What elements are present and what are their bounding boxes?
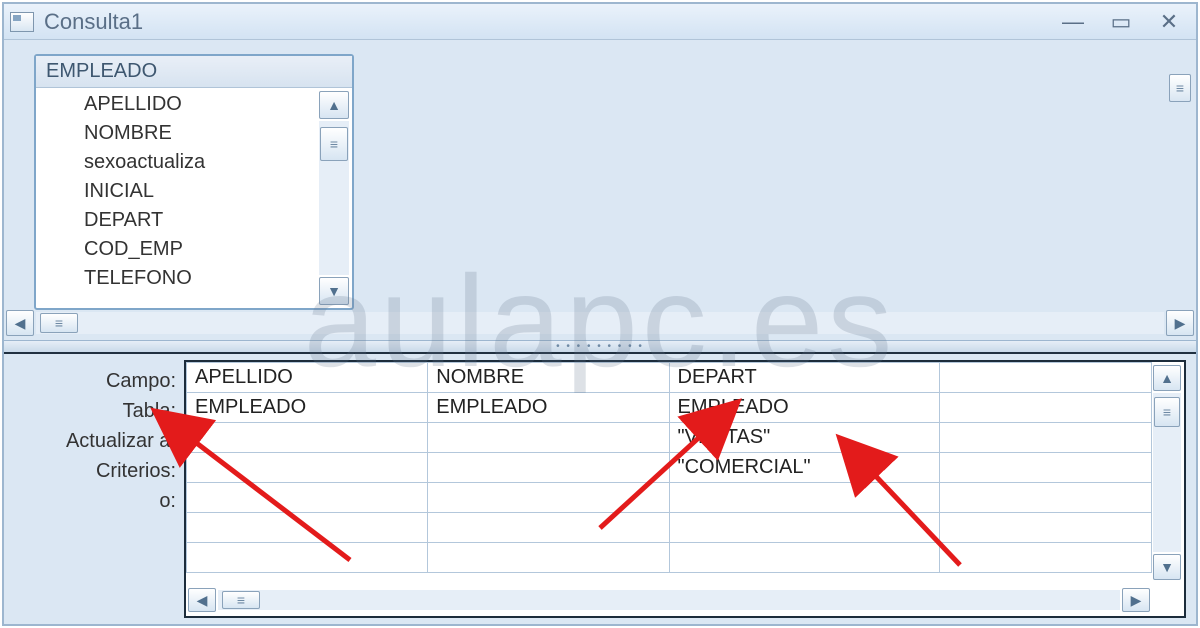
field-item[interactable]: INICIAL [84, 177, 352, 206]
cell-extra[interactable] [428, 513, 669, 543]
minimize-button[interactable]: — [1060, 12, 1086, 32]
row-actualizar: "VENTAS" [187, 423, 1152, 453]
cell-campo[interactable]: DEPART [669, 363, 939, 393]
query-icon [10, 12, 34, 32]
maximize-button[interactable]: ▭ [1108, 12, 1134, 32]
design-surface[interactable]: EMPLEADO APELLIDO NOMBRE sexoactualiza I… [4, 40, 1196, 340]
qbe-vscroll[interactable]: ▲ ▼ [1153, 365, 1181, 580]
cell-o[interactable] [187, 483, 428, 513]
cell-actualizar[interactable] [939, 423, 1151, 453]
close-button[interactable]: ✕ [1156, 12, 1182, 32]
scroll-right-icon[interactable]: ▶ [1122, 588, 1150, 612]
row-o [187, 483, 1152, 513]
qbe-grid[interactable]: APELLIDO NOMBRE DEPART EMPLEADO EMPLEADO… [184, 360, 1186, 618]
row-label-o: o: [14, 486, 184, 516]
scroll-left-icon[interactable]: ◀ [188, 588, 216, 612]
qbe-row-labels: Campo: Tabla: Actualizar a: Criterios: o… [14, 360, 184, 618]
window-controls: — ▭ ✕ [1060, 12, 1190, 32]
cell-extra[interactable] [187, 513, 428, 543]
row-label-criterios: Criterios: [14, 456, 184, 486]
scroll-thumb[interactable] [320, 127, 348, 161]
field-item[interactable]: APELLIDO [84, 90, 352, 119]
pane-splitter[interactable]: • • • • • • • • • [4, 340, 1196, 354]
design-vscroll[interactable] [1166, 46, 1194, 334]
row-criterios: "COMERCIAL" [187, 453, 1152, 483]
qbe-hscroll[interactable]: ◀ ▶ [186, 584, 1152, 616]
cell-extra[interactable] [428, 543, 669, 573]
scroll-track[interactable] [218, 590, 1120, 610]
cell-extra[interactable] [939, 513, 1151, 543]
field-item[interactable]: COD_EMP [84, 235, 352, 264]
qbe-grid-area: Campo: Tabla: Actualizar a: Criterios: o… [4, 354, 1196, 624]
cell-extra[interactable] [187, 543, 428, 573]
window-title: Consulta1 [44, 9, 143, 35]
scroll-track[interactable] [319, 121, 349, 275]
scroll-down-icon[interactable]: ▼ [1153, 554, 1181, 580]
scroll-thumb[interactable] [1169, 74, 1191, 102]
cell-criterios[interactable] [428, 453, 669, 483]
cell-o[interactable] [939, 483, 1151, 513]
fieldlist-scrollbar[interactable]: ▲ ▼ [319, 91, 349, 305]
scroll-left-icon[interactable]: ◀ [6, 310, 34, 336]
scroll-up-icon[interactable]: ▲ [1153, 365, 1181, 391]
scroll-thumb[interactable] [222, 591, 260, 609]
cell-extra[interactable] [669, 513, 939, 543]
cell-criterios[interactable] [939, 453, 1151, 483]
cell-tabla[interactable]: EMPLEADO [428, 393, 669, 423]
table-fieldlist[interactable]: EMPLEADO APELLIDO NOMBRE sexoactualiza I… [34, 54, 354, 310]
field-item[interactable]: NOMBRE [84, 119, 352, 148]
cell-tabla[interactable]: EMPLEADO [669, 393, 939, 423]
table-fieldlist-title: EMPLEADO [36, 56, 352, 88]
row-label-tabla: Tabla: [14, 396, 184, 426]
design-hscroll[interactable]: ◀ ▶ [6, 308, 1194, 338]
cell-tabla[interactable] [939, 393, 1151, 423]
cell-actualizar[interactable]: "VENTAS" [669, 423, 939, 453]
row-campo: APELLIDO NOMBRE DEPART [187, 363, 1152, 393]
cell-campo[interactable]: APELLIDO [187, 363, 428, 393]
cell-extra[interactable] [669, 543, 939, 573]
cell-campo[interactable]: NOMBRE [428, 363, 669, 393]
row-label-campo: Campo: [14, 366, 184, 396]
row-tabla: EMPLEADO EMPLEADO EMPLEADO [187, 393, 1152, 423]
field-item[interactable]: TELEFONO [84, 264, 352, 293]
field-item[interactable]: DEPART [84, 206, 352, 235]
cell-extra[interactable] [939, 543, 1151, 573]
cell-tabla[interactable]: EMPLEADO [187, 393, 428, 423]
cell-criterios[interactable]: "COMERCIAL" [669, 453, 939, 483]
scroll-thumb[interactable] [40, 313, 78, 333]
row-extra [187, 543, 1152, 573]
row-extra [187, 513, 1152, 543]
scroll-track[interactable] [36, 312, 1164, 334]
scroll-thumb[interactable] [1154, 397, 1180, 427]
scroll-track[interactable] [1153, 393, 1181, 552]
scroll-down-icon[interactable]: ▼ [319, 277, 349, 305]
row-label-actualizar: Actualizar a: [14, 426, 184, 456]
cell-actualizar[interactable] [428, 423, 669, 453]
cell-criterios[interactable] [187, 453, 428, 483]
cell-o[interactable] [669, 483, 939, 513]
field-list[interactable]: APELLIDO NOMBRE sexoactualiza INICIAL DE… [36, 88, 352, 308]
query-design-window: Consulta1 — ▭ ✕ EMPLEADO APELLIDO NOMBRE… [2, 2, 1198, 626]
cell-campo[interactable] [939, 363, 1151, 393]
cell-o[interactable] [428, 483, 669, 513]
scroll-right-icon[interactable]: ▶ [1166, 310, 1194, 336]
qbe-grid-body[interactable]: APELLIDO NOMBRE DEPART EMPLEADO EMPLEADO… [186, 362, 1152, 584]
field-item[interactable]: sexoactualiza [84, 148, 352, 177]
scroll-up-icon[interactable]: ▲ [319, 91, 349, 119]
titlebar: Consulta1 — ▭ ✕ [4, 4, 1196, 40]
cell-actualizar[interactable] [187, 423, 428, 453]
